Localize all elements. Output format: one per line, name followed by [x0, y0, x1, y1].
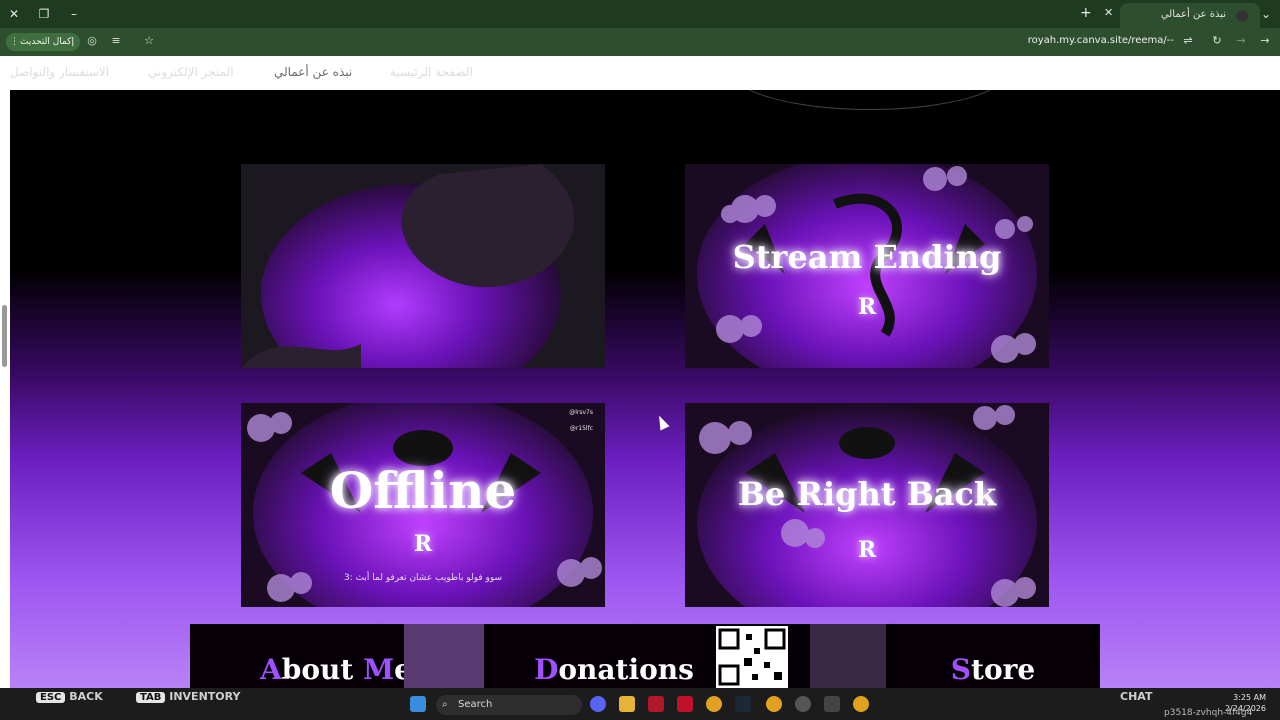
browser-tab[interactable]: نبذة عن أعمالي — [1120, 3, 1260, 28]
nav-contact[interactable]: الاستفسار والتواصل — [10, 65, 109, 79]
chrome-icon[interactable] — [706, 696, 722, 712]
donations-label: Donations — [534, 653, 694, 686]
overlay-id-text: p3518-zvhqh-4f4g4 — [1164, 708, 1253, 718]
clock-time: 3:25 AM — [1233, 693, 1266, 702]
tab-search-icon[interactable]: ⌄ — [1258, 6, 1274, 22]
update-button[interactable]: ⋮ إكمال التحديث — [6, 33, 80, 51]
back-icon[interactable]: → — [1258, 34, 1272, 48]
more-dots-icon: ⋮ — [10, 37, 19, 47]
gallery-card-blank[interactable] — [241, 164, 605, 368]
tab-title: نبذة عن أعمالي — [1160, 9, 1226, 20]
reload-icon[interactable]: ↻ — [1210, 34, 1224, 48]
browser-tabbar: ✕ ❐ – + ✕ نبذة عن أعمالي ⌄ — [0, 0, 1280, 28]
card-subtitle: سوو فولو باطويب عشان تعرفو لما أبث :3 — [343, 573, 503, 583]
qr-code-icon — [716, 626, 788, 688]
chrome-profile-icon[interactable] — [853, 696, 869, 712]
scrollbar-thumb[interactable] — [2, 305, 7, 367]
monogram-tile — [404, 624, 484, 688]
overlay-tab-hint: TAB INVENTORY — [136, 690, 240, 703]
donations-banner[interactable]: Donations — [504, 624, 724, 688]
card-title: Offline — [329, 461, 517, 520]
gallery-card-offline[interactable]: @lrsv7s @r15lfc Offline R سوو فولو باطوي… — [241, 403, 605, 607]
taskbar-search[interactable]: ⌕ Search — [436, 695, 582, 715]
social-handle: @r15lfc — [569, 425, 593, 432]
overlay-esc-hint: ESC BACK — [36, 690, 103, 703]
nav-store[interactable]: المتجر الإلكتروني — [148, 65, 234, 79]
store-banner[interactable]: Store — [886, 624, 1100, 688]
window-restore-icon[interactable]: ❐ — [36, 6, 52, 22]
site-settings-icon[interactable]: ⇌ — [1181, 34, 1195, 48]
card-monogram: R — [413, 531, 433, 557]
file-explorer-icon[interactable] — [619, 696, 635, 712]
profile-icon[interactable]: ◎ — [85, 34, 99, 48]
app-icon[interactable] — [824, 696, 840, 712]
store-label: Store — [950, 653, 1036, 686]
discord-icon[interactable] — [590, 696, 606, 712]
page-gutter — [0, 90, 10, 688]
chrome-active-icon[interactable] — [766, 696, 782, 712]
tab-close-icon[interactable]: ✕ — [1104, 6, 1113, 19]
settings-gear-icon[interactable] — [795, 696, 811, 712]
gallery-card-stream-ending[interactable]: Stream Ending R — [685, 164, 1049, 368]
card-title: Be Right Back — [737, 475, 997, 513]
card-title: Stream Ending — [732, 238, 1002, 276]
reading-list-icon[interactable]: ≡ — [109, 34, 123, 48]
nav-about-works[interactable]: نبذه عن أعمالي — [274, 65, 352, 79]
overlay-chat: CHAT — [1120, 690, 1153, 703]
card-monogram: R — [857, 537, 877, 563]
nav-home[interactable]: الصفحة الرئيسية — [390, 65, 473, 79]
decorative-arc — [730, 90, 1010, 110]
address-bar[interactable]: royah.my.canva.site/reema/-- — [1028, 35, 1174, 46]
window-close-icon[interactable]: ✕ — [6, 6, 22, 22]
new-tab-icon[interactable]: + — [1080, 5, 1092, 21]
search-placeholder: Search — [458, 699, 493, 710]
search-icon: ⌕ — [442, 699, 448, 710]
steam-icon[interactable] — [735, 696, 751, 712]
gallery-card-be-right-back[interactable]: Be Right Back R — [685, 403, 1049, 607]
windows-start-icon[interactable] — [410, 696, 426, 712]
windows-taskbar: ESC BACK TAB INVENTORY ⌕ Search CHAT 3:2… — [0, 688, 1280, 720]
dragon-tile — [810, 624, 886, 688]
window-minimize-icon[interactable]: – — [66, 6, 82, 22]
section-banner-strip: About Me Donations Store — [190, 624, 1100, 688]
site-navigation: الصفحة الرئيسية نبذه عن أعمالي المتجر ال… — [0, 56, 1280, 90]
social-handle: @lrsv7s — [569, 409, 593, 416]
update-button-label: إكمال التحديث — [20, 37, 74, 47]
card-monogram: R — [857, 294, 877, 320]
tab-favicon-icon — [1236, 10, 1248, 22]
adobe-icon[interactable] — [677, 696, 693, 712]
forward-icon[interactable]: → — [1234, 34, 1248, 48]
app-red-icon[interactable] — [648, 696, 664, 712]
page-content: Stream Ending R @lrsv7s @r15lfc Offline … — [10, 90, 1280, 688]
browser-toolbar: ⋮ إكمال التحديث ◎ ≡ ☆ royah.my.canva.sit… — [0, 28, 1280, 56]
bookmark-star-icon[interactable]: ☆ — [142, 34, 156, 48]
